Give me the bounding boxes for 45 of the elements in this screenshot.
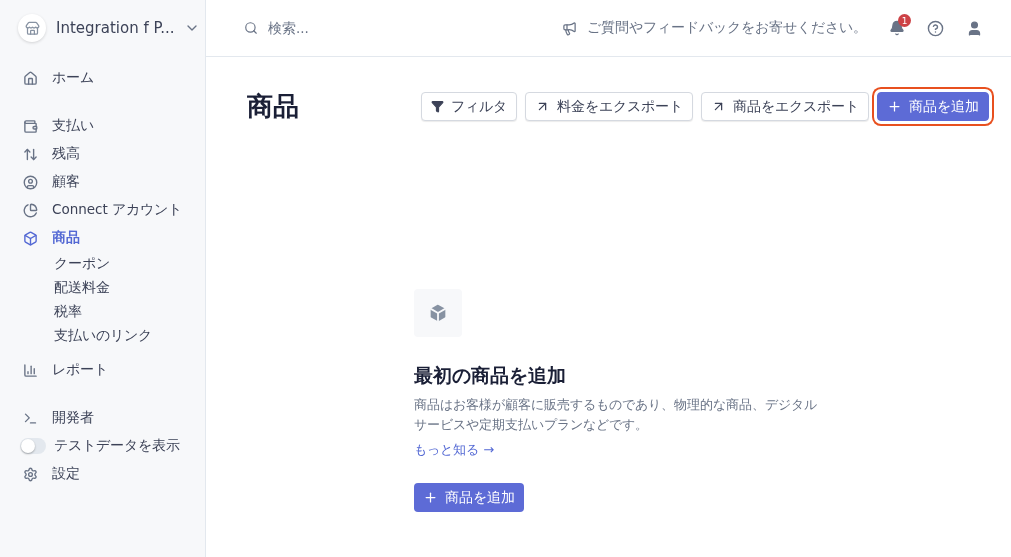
store-logo — [18, 14, 46, 42]
settings-icon — [23, 466, 38, 482]
arrows-icon — [23, 146, 38, 162]
plus-icon — [887, 99, 902, 114]
export-button[interactable]: 料金をエクスポート — [525, 92, 693, 121]
user-icon — [23, 174, 38, 190]
home-icon — [23, 70, 38, 86]
toggle-label: テストデータを表示 — [54, 437, 180, 455]
notification-count: 1 — [898, 14, 911, 27]
box-icon — [427, 302, 449, 324]
nav-subitem[interactable]: 税率 — [18, 300, 205, 324]
search-field[interactable]: 検索... — [266, 19, 466, 37]
empty-description: 商品はお客様が顧客に販売するものであり、物理的な商品、デジタルサービスや定期支払いプランなどです。 — [414, 396, 818, 434]
nav-item[interactable]: ホーム — [18, 64, 205, 92]
nav-item[interactable]: レポート — [18, 356, 205, 384]
toggle-switch[interactable] — [20, 438, 46, 454]
user-icon[interactable] — [966, 19, 983, 37]
nav-item[interactable]: 商品 — [18, 224, 205, 252]
pie-chart-icon — [23, 202, 38, 218]
megaphone-icon — [562, 20, 577, 36]
export-button[interactable]: 商品をエクスポート — [701, 92, 869, 121]
nav-item[interactable]: 顧客 — [18, 168, 205, 196]
add-button[interactable]: 商品を追加 — [414, 483, 524, 512]
nav-subitem[interactable]: 支払いのリンク — [18, 324, 205, 348]
search-icon — [244, 21, 258, 35]
filter-icon — [431, 100, 444, 113]
nav-item[interactable]: 支払い — [18, 112, 205, 140]
terminal-icon — [23, 410, 38, 426]
empty-title: 最初の商品を追加 — [414, 363, 566, 388]
nav-subitem[interactable]: 配送料金 — [18, 276, 205, 300]
nav-item[interactable]: 開発者 — [18, 404, 205, 432]
page-title: 商品 — [247, 90, 299, 123]
account-name[interactable]: Integration f P... — [56, 19, 175, 37]
nav-item[interactable]: 残高 — [18, 140, 205, 168]
bar-chart-icon — [23, 362, 38, 378]
feedback-link[interactable]: ご質問やフィードバックをお寄せください。 — [587, 19, 867, 37]
wallet-icon — [23, 118, 38, 134]
filter-button[interactable]: フィルタ — [421, 92, 517, 121]
learn-more-link[interactable]: もっと知る → — [414, 441, 495, 459]
nav-subitem[interactable]: クーポン — [18, 252, 205, 276]
plus-icon — [423, 490, 438, 505]
nav-item[interactable]: 設定 — [18, 460, 205, 488]
box-icon — [23, 230, 38, 246]
nav-item[interactable]: Connect アカウント — [18, 196, 205, 224]
help-icon[interactable] — [927, 19, 944, 37]
